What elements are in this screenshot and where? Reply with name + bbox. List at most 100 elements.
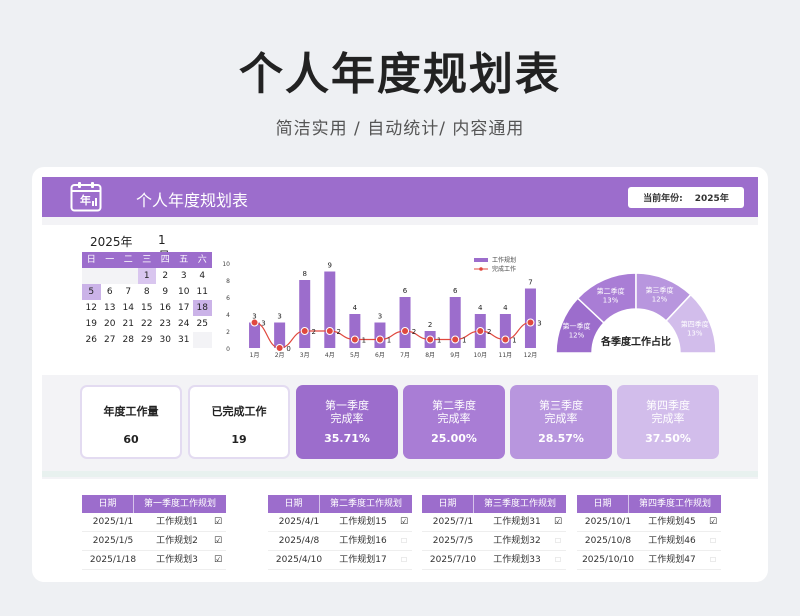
quarter-3-plan-table: 日期 第三季度工作规划 2025/7/1 工作规划31 ☑ 2025/7/5 工作规划32 ☐… bbox=[422, 495, 566, 570]
x-tick-label: 12月 bbox=[524, 352, 538, 359]
calendar-day[interactable]: 17 bbox=[175, 300, 194, 316]
quarter-share-title: 各季度工作占比 bbox=[600, 335, 671, 348]
calendar-week-row: 26 27 28 29 30 31 bbox=[82, 332, 212, 348]
calendar-day[interactable]: 12 bbox=[82, 300, 101, 316]
row-done-checkbox[interactable]: ☐ bbox=[550, 551, 566, 569]
calendar-day[interactable]: 4 bbox=[193, 268, 212, 284]
table-row: 2025/4/1 工作规划15 ☑ bbox=[268, 513, 412, 532]
quarter-1-plan-table: 日期 第一季度工作规划 2025/1/1 工作规划1 ☑ 2025/1/5 工作规划2 ☑ 20… bbox=[82, 495, 226, 570]
x-tick-label: 11月 bbox=[499, 352, 513, 359]
calendar-day[interactable]: 22 bbox=[138, 316, 157, 332]
calendar-year: 2025年 bbox=[90, 235, 133, 249]
calendar-weekday: 二 bbox=[119, 252, 138, 268]
table-row: 2025/7/1 工作规划31 ☑ bbox=[422, 513, 566, 532]
date-column-header: 日期 bbox=[422, 495, 474, 513]
calendar-day[interactable]: 5 bbox=[82, 284, 101, 300]
done-point-1 bbox=[250, 318, 259, 327]
calendar-day[interactable]: 6 bbox=[101, 284, 120, 300]
calendar-day[interactable]: 26 bbox=[82, 332, 101, 348]
y-tick-label: 10 bbox=[222, 261, 230, 268]
calendar-day[interactable]: 15 bbox=[138, 300, 157, 316]
calendar-day[interactable]: 20 bbox=[101, 316, 120, 332]
done-point-11 bbox=[501, 335, 510, 344]
row-plan: 工作规划1 bbox=[156, 517, 198, 527]
table-row: 2025/4/10 工作规划17 ☐ bbox=[268, 551, 412, 570]
row-done-checkbox[interactable]: ☐ bbox=[550, 532, 566, 550]
calendar-day[interactable]: 2 bbox=[156, 268, 175, 284]
kpi-quarter-2-rate: 25.00% bbox=[431, 432, 477, 445]
row-done-checkbox[interactable]: ☑ bbox=[705, 513, 721, 531]
calendar-weekday: 六 bbox=[193, 252, 212, 268]
dashboard-card: 年 个人年度规划表 当前年份: 2025年 2025年 1月 日一二三四五六12… bbox=[32, 167, 768, 582]
quarter-slice-name: 第一季度 bbox=[562, 321, 590, 330]
kpi-quarter-1-completion: 第一季度 完成率 35.71% bbox=[296, 385, 398, 459]
row-done-checkbox[interactable]: ☑ bbox=[210, 532, 226, 550]
kpi-quarter-4-rate: 37.50% bbox=[645, 432, 691, 445]
kpi-quarter-3-completion: 第三季度 完成率 28.57% bbox=[510, 385, 612, 459]
calendar-day[interactable]: 24 bbox=[175, 316, 194, 332]
calendar-day[interactable]: 28 bbox=[119, 332, 138, 348]
date-column-header: 日期 bbox=[268, 495, 320, 513]
table-row: 2025/4/8 工作规划16 ☐ bbox=[268, 532, 412, 551]
done-value-label: 0 bbox=[286, 345, 290, 353]
legend-label-done: 完成工作 bbox=[492, 265, 516, 273]
calendar-weekday: 四 bbox=[156, 252, 175, 268]
row-done-checkbox[interactable]: ☑ bbox=[396, 513, 412, 531]
calendar-day[interactable]: 11 bbox=[193, 284, 212, 300]
calendar-day[interactable]: 31 bbox=[175, 332, 194, 348]
calendar-day[interactable]: 25 bbox=[193, 316, 212, 332]
row-done-checkbox[interactable]: ☐ bbox=[396, 551, 412, 569]
kpi-completed-work-value: 19 bbox=[231, 433, 247, 446]
calendar-day[interactable]: 16 bbox=[156, 300, 175, 316]
calendar-day[interactable]: 1 bbox=[137, 268, 156, 284]
row-date: 2025/4/10 bbox=[275, 555, 323, 565]
bar-7 bbox=[399, 297, 411, 348]
calendar-day[interactable]: 27 bbox=[101, 332, 120, 348]
calendar-day[interactable]: 29 bbox=[138, 332, 157, 348]
y-tick-label: 4 bbox=[226, 312, 230, 319]
calendar-day[interactable]: 9 bbox=[156, 284, 175, 300]
row-done-checkbox[interactable]: ☐ bbox=[705, 532, 721, 550]
calendar-day[interactable]: 13 bbox=[101, 300, 120, 316]
calendar-day[interactable]: 19 bbox=[82, 316, 101, 332]
calendar-day[interactable]: 21 bbox=[119, 316, 138, 332]
done-value-label: 3 bbox=[537, 320, 541, 328]
calendar-day[interactable]: 18 bbox=[193, 300, 212, 316]
row-done-checkbox[interactable]: ☑ bbox=[550, 513, 566, 531]
x-tick-label: 9月 bbox=[450, 352, 460, 359]
calendar-day[interactable]: 14 bbox=[119, 300, 138, 316]
x-tick-label: 5月 bbox=[350, 352, 360, 359]
calendar-day[interactable]: 8 bbox=[138, 284, 157, 300]
row-plan: 工作规划33 bbox=[493, 555, 541, 565]
row-done-checkbox[interactable]: ☑ bbox=[210, 551, 226, 569]
calendar-day[interactable]: 3 bbox=[175, 268, 194, 284]
row-done-checkbox[interactable]: ☑ bbox=[210, 513, 226, 531]
kpi-completed-work: 已完成工作 19 bbox=[188, 385, 290, 459]
calendar-day[interactable]: 23 bbox=[156, 316, 175, 332]
calendar-day[interactable]: 30 bbox=[156, 332, 175, 348]
table-header: 日期 第三季度工作规划 bbox=[422, 495, 566, 513]
table-row: 2025/7/5 工作规划32 ☐ bbox=[422, 532, 566, 551]
quarter-slice-pct: 13% bbox=[687, 330, 703, 338]
calendar-day[interactable]: 10 bbox=[175, 284, 194, 300]
calendar-day bbox=[193, 332, 212, 348]
calendar-day[interactable]: 7 bbox=[119, 284, 138, 300]
done-value-label: 2 bbox=[487, 328, 491, 336]
kpi-quarter-4-label: 完成率 bbox=[651, 412, 685, 425]
monthly-work-chart: 024681031月32月83月94月45月36月67月28月69月410月41… bbox=[222, 256, 541, 359]
bar-4 bbox=[324, 271, 336, 348]
row-done-checkbox[interactable]: ☐ bbox=[705, 551, 721, 569]
banner-title: 个人年度规划表 bbox=[136, 191, 249, 210]
x-tick-label: 2月 bbox=[275, 352, 285, 359]
x-tick-label: 7月 bbox=[400, 352, 410, 359]
row-plan: 工作规划47 bbox=[648, 555, 696, 565]
row-done-checkbox[interactable]: ☐ bbox=[396, 532, 412, 550]
row-date: 2025/10/10 bbox=[582, 555, 634, 565]
table-row: 2025/10/1 工作规划45 ☑ bbox=[577, 513, 721, 532]
done-point-7 bbox=[401, 327, 410, 335]
done-point-12 bbox=[526, 318, 535, 327]
date-column-header: 日期 bbox=[82, 495, 134, 513]
bar-3 bbox=[299, 280, 311, 348]
current-year-box[interactable]: 当前年份: 2025年 bbox=[628, 187, 744, 208]
quarter-2-plan-table: 日期 第二季度工作规划 2025/4/1 工作规划15 ☑ 2025/4/8 工作规划16 ☐… bbox=[268, 495, 412, 570]
